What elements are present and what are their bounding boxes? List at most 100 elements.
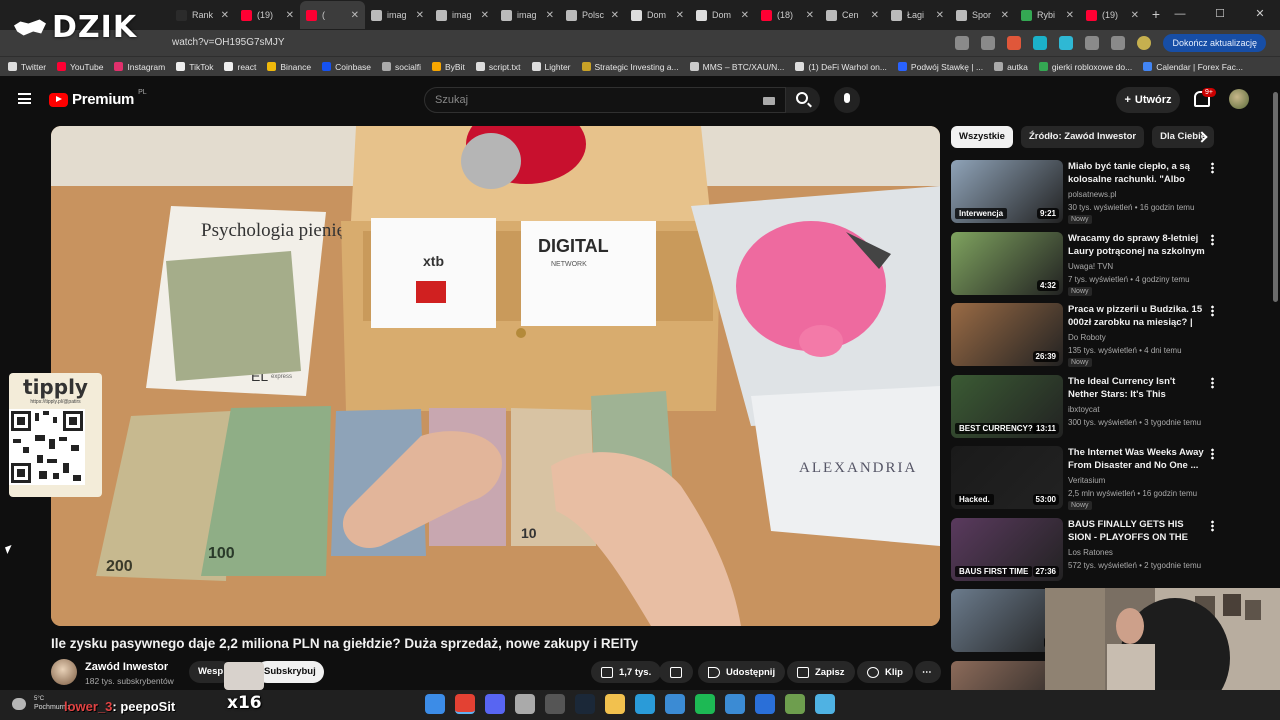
bookmark-item[interactable]: Instagram (114, 62, 165, 72)
edge-icon[interactable] (635, 694, 655, 714)
keyboard-icon[interactable] (763, 97, 775, 105)
extension-icon[interactable] (1007, 36, 1022, 50)
bookmark-item[interactable]: Lighter (531, 62, 571, 72)
browser-tab[interactable]: imag ✕ (430, 1, 495, 29)
chevron-right-icon[interactable] (1195, 130, 1209, 144)
browser-tab[interactable]: Polsc ✕ (560, 1, 625, 29)
dislike-button[interactable] (659, 661, 693, 683)
discord-icon[interactable] (485, 694, 505, 714)
tab-close-icon[interactable]: ✕ (1066, 10, 1074, 21)
browser-tab[interactable]: imag ✕ (365, 1, 430, 29)
chrome-icon[interactable] (455, 694, 475, 714)
bookmark-item[interactable]: ByBit (432, 62, 465, 72)
scrollbar-thumb[interactable] (1273, 92, 1278, 302)
browser-tab[interactable]: (18) ✕ (755, 1, 820, 29)
recommended-channel[interactable]: Los Ratones (1068, 548, 1113, 557)
media-icon[interactable] (1111, 36, 1126, 50)
browser-tab[interactable]: Spor ✕ (950, 1, 1015, 29)
more-options-icon[interactable] (1211, 305, 1214, 317)
spotify-icon[interactable] (695, 694, 715, 714)
recommended-video[interactable]: Hacked. 53:00 The Internet Was Weeks Away … (951, 446, 1215, 510)
menu-icon[interactable] (18, 93, 31, 104)
filter-chip[interactable]: Wszystkie (951, 126, 1013, 148)
tab-close-icon[interactable]: ✕ (1131, 10, 1139, 21)
tab-close-icon[interactable]: ✕ (286, 10, 294, 21)
account-avatar[interactable] (1229, 89, 1249, 109)
bookmark-item[interactable]: YouTube (57, 62, 103, 72)
app-icon[interactable] (515, 694, 535, 714)
url-field[interactable]: watch?v=OH195G7sMJY (172, 37, 285, 48)
bookmark-item[interactable]: Calendar | Forex Fac... (1143, 62, 1243, 72)
more-options-icon[interactable] (1211, 448, 1214, 460)
bookmark-item[interactable]: Podwój Stawkę | ... (897, 62, 983, 72)
bookmark-item[interactable]: Coinbase (322, 62, 371, 72)
more-options-icon[interactable] (1211, 233, 1214, 246)
recommended-title[interactable]: BAUS FINALLY GETS HIS SION - PLAYOFFS ON… (1068, 518, 1205, 544)
browser-tab[interactable]: Dom ✕ (625, 1, 690, 29)
tab-close-icon[interactable]: ✕ (1001, 10, 1009, 21)
more-options-icon[interactable] (1211, 519, 1214, 532)
puzzle-icon[interactable] (1085, 36, 1100, 50)
tab-close-icon[interactable]: ✕ (611, 10, 619, 21)
browser-tab[interactable]: (19) ✕ (235, 1, 300, 29)
tab-close-icon[interactable]: ✕ (221, 10, 229, 21)
minimize-icon[interactable]: — (1160, 0, 1200, 30)
notepad-icon[interactable] (815, 694, 835, 714)
bookmark-item[interactable]: (1) DeFi Warhol on... (795, 62, 887, 72)
video-player[interactable]: Psychologia pieniędzy EL express xtb DIG… (51, 126, 940, 626)
recommended-title[interactable]: Wracamy do sprawy 8-letniej Laury potrąc… (1068, 232, 1205, 258)
tab-close-icon[interactable]: ✕ (936, 10, 944, 21)
extension-icon[interactable] (1059, 36, 1074, 50)
create-button[interactable]: + Utwórz (1116, 87, 1180, 113)
bookmark-item[interactable]: Binance (267, 62, 311, 72)
browser-tab[interactable]: Cen ✕ (820, 1, 885, 29)
bookmark-item[interactable]: autka (994, 62, 1028, 72)
search-input[interactable]: Szukaj (424, 87, 786, 113)
channel-avatar[interactable] (51, 659, 77, 685)
close-window-icon[interactable]: ✕ (1240, 0, 1280, 30)
browser-tab[interactable]: Łagi ✕ (885, 1, 950, 29)
bookmark-item[interactable]: socialfi (382, 62, 421, 72)
recommended-channel[interactable]: Uwaga! TVN (1068, 262, 1113, 271)
star-icon[interactable] (981, 36, 996, 50)
tab-close-icon[interactable]: ✕ (481, 10, 489, 21)
voice-search-icon[interactable] (834, 87, 860, 113)
tab-close-icon[interactable]: ✕ (806, 10, 814, 21)
browser-tab[interactable]: Rybi ✕ (1015, 1, 1080, 29)
video-thumbnail[interactable]: 26:39 (951, 303, 1063, 366)
recommended-video[interactable]: 26:39 Praca w pizzerii u Budzika. 15 000z… (951, 303, 1215, 367)
recommended-title[interactable]: Praca w pizzerii u Budzika. 15 000zł zar… (1068, 303, 1205, 329)
clip-button[interactable]: Klip (857, 661, 913, 683)
tab-close-icon[interactable]: ✕ (871, 10, 879, 21)
vscode-icon[interactable] (665, 694, 685, 714)
recommended-video[interactable]: Interwencja 9:21 Miało być tanie ciepło, a… (951, 160, 1215, 224)
obs-icon[interactable] (545, 694, 565, 714)
more-options-icon[interactable] (1211, 376, 1214, 389)
video-thumbnail[interactable]: 4:32 (951, 231, 1063, 295)
video-thumbnail[interactable]: BEST CURRENCY? 13:11 (951, 374, 1063, 438)
bookmark-item[interactable]: gierki robloxowe do... (1038, 62, 1132, 72)
more-actions-button[interactable]: ⋯ (915, 661, 941, 683)
filter-chip[interactable]: Źródło: Zawód Inwestor (1020, 126, 1145, 148)
bookmark-item[interactable]: script.txt (475, 62, 521, 72)
tab-close-icon[interactable]: ✕ (676, 10, 684, 21)
recommended-channel[interactable]: Veritasium (1068, 476, 1105, 485)
browser-tab[interactable]: imag ✕ (495, 1, 560, 29)
browser-tab[interactable]: (✕ (300, 1, 365, 29)
save-button[interactable]: Zapisz (787, 661, 855, 683)
recommended-channel[interactable]: polsatnews.pl (1068, 190, 1116, 199)
app2-icon[interactable] (725, 694, 745, 714)
video-thumbnail[interactable]: BAUS FIRST TIME 27:36 (951, 517, 1063, 581)
recommended-channel[interactable]: Do Roboty (1068, 333, 1106, 342)
update-button[interactable]: Dokończ aktualizację (1163, 34, 1266, 52)
bookmark-item[interactable]: Twitter (8, 62, 46, 72)
profile-icon[interactable] (1137, 36, 1152, 50)
youtube-logo[interactable]: Premium PL (49, 89, 147, 108)
browser-tab[interactable]: Dom ✕ (690, 1, 755, 29)
search-button[interactable] (786, 87, 820, 113)
video-thumbnail[interactable]: Interwencja 9:21 (951, 160, 1063, 223)
video-thumbnail[interactable]: Hacked. 53:00 (951, 446, 1063, 509)
folder-icon[interactable] (605, 694, 625, 714)
recommended-video[interactable]: BAUS FIRST TIME 27:36 BAUS FINALLY GETS HI… (951, 517, 1215, 582)
steam-icon[interactable] (575, 694, 595, 714)
